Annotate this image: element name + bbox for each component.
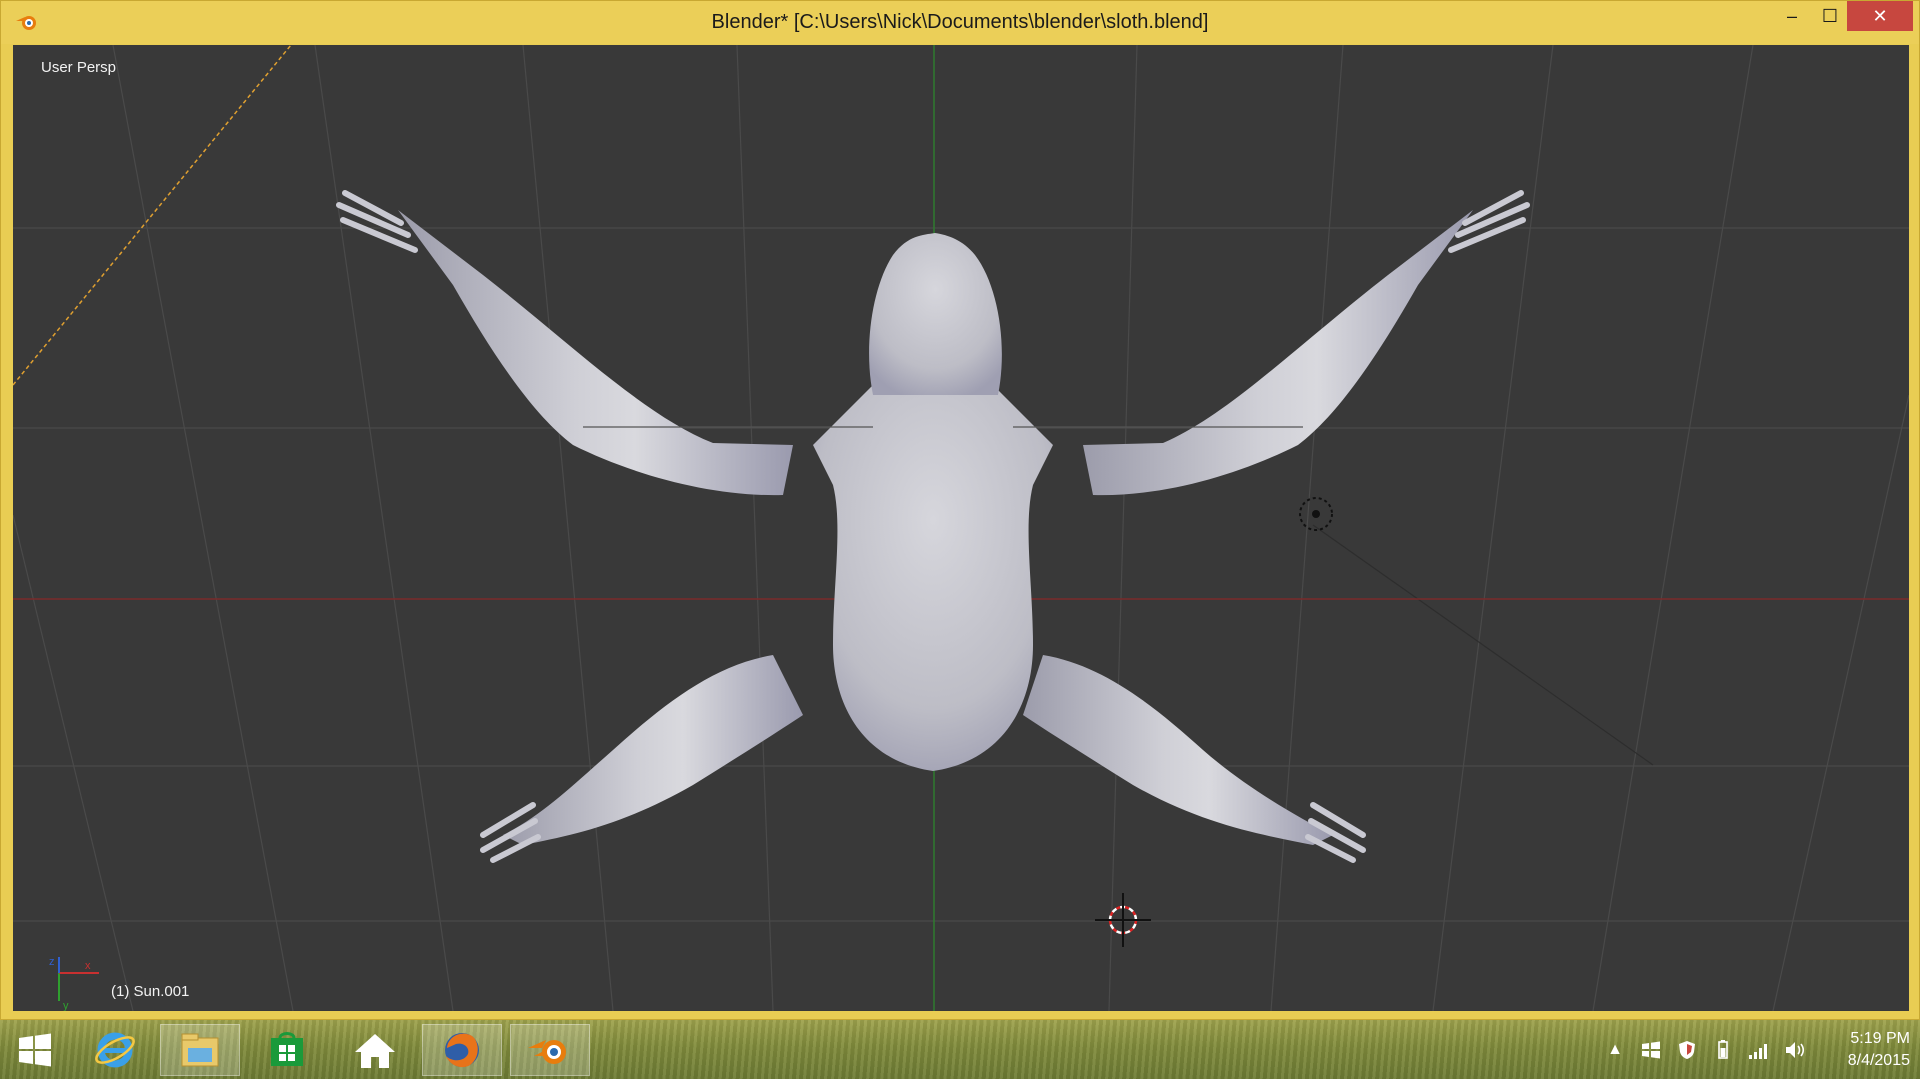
window-title: Blender* [C:\Users\Nick\Documents\blende… — [711, 11, 1209, 33]
axis-gizmo: z x y — [49, 956, 99, 1011]
internet-explorer-icon — [95, 1032, 135, 1068]
volume-icon[interactable] — [1784, 1039, 1806, 1061]
taskbar-file-explorer[interactable] — [160, 1024, 240, 1076]
sloth-mesh[interactable] — [336, 190, 1530, 863]
system-clock[interactable]: 5:19 PM 8/4/2015 — [1810, 1028, 1910, 1072]
taskbar-blender[interactable] — [510, 1024, 590, 1076]
windows-logo-icon — [19, 1033, 51, 1067]
clock-time: 5:19 PM — [1850, 1030, 1910, 1047]
security-shield-icon[interactable] — [1676, 1039, 1698, 1061]
title-bar[interactable]: Blender* [C:\Users\Nick\Documents\blende… — [1, 1, 1919, 44]
blender-icon — [528, 1040, 566, 1064]
action-center-icon[interactable] — [1640, 1039, 1662, 1061]
taskbar-internet-explorer[interactable] — [75, 1024, 155, 1076]
taskbar-windows-store[interactable] — [247, 1024, 327, 1076]
view-mode-label: User Persp — [41, 59, 117, 76]
store-icon — [271, 1032, 303, 1066]
taskbar: ▲ 5:19 PM 8/4/2015 — [0, 1020, 1920, 1079]
axis-z-label: z — [49, 956, 55, 968]
folder-icon — [181, 1033, 219, 1067]
firefox-icon — [445, 1033, 479, 1068]
close-button[interactable]: ✕ — [1847, 1, 1913, 31]
clock-date: 8/4/2015 — [1847, 1052, 1910, 1069]
home-icon — [355, 1034, 395, 1068]
axis-x-label: x — [85, 960, 91, 972]
taskbar-firefox[interactable] — [422, 1024, 502, 1076]
battery-icon[interactable] — [1712, 1039, 1734, 1061]
sun-lamp-object[interactable] — [1299, 497, 1333, 531]
taskbar-home[interactable] — [335, 1024, 415, 1076]
3d-viewport[interactable]: User Persp z x y (1) Sun.001 — [13, 45, 1909, 1011]
axis-y-label: y — [63, 1000, 69, 1011]
system-tray: ▲ — [1604, 1030, 1806, 1070]
scene-canvas[interactable] — [13, 45, 1909, 1011]
camera-frustum-line — [13, 45, 292, 386]
start-button[interactable] — [0, 1024, 70, 1076]
blender-window: Blender* [C:\Users\Nick\Documents\blende… — [0, 0, 1920, 1020]
active-object-label: (1) Sun.001 — [111, 983, 190, 1000]
network-signal-icon[interactable] — [1748, 1039, 1770, 1061]
show-hidden-icons-icon[interactable]: ▲ — [1604, 1039, 1626, 1061]
3d-cursor[interactable] — [1095, 893, 1151, 947]
